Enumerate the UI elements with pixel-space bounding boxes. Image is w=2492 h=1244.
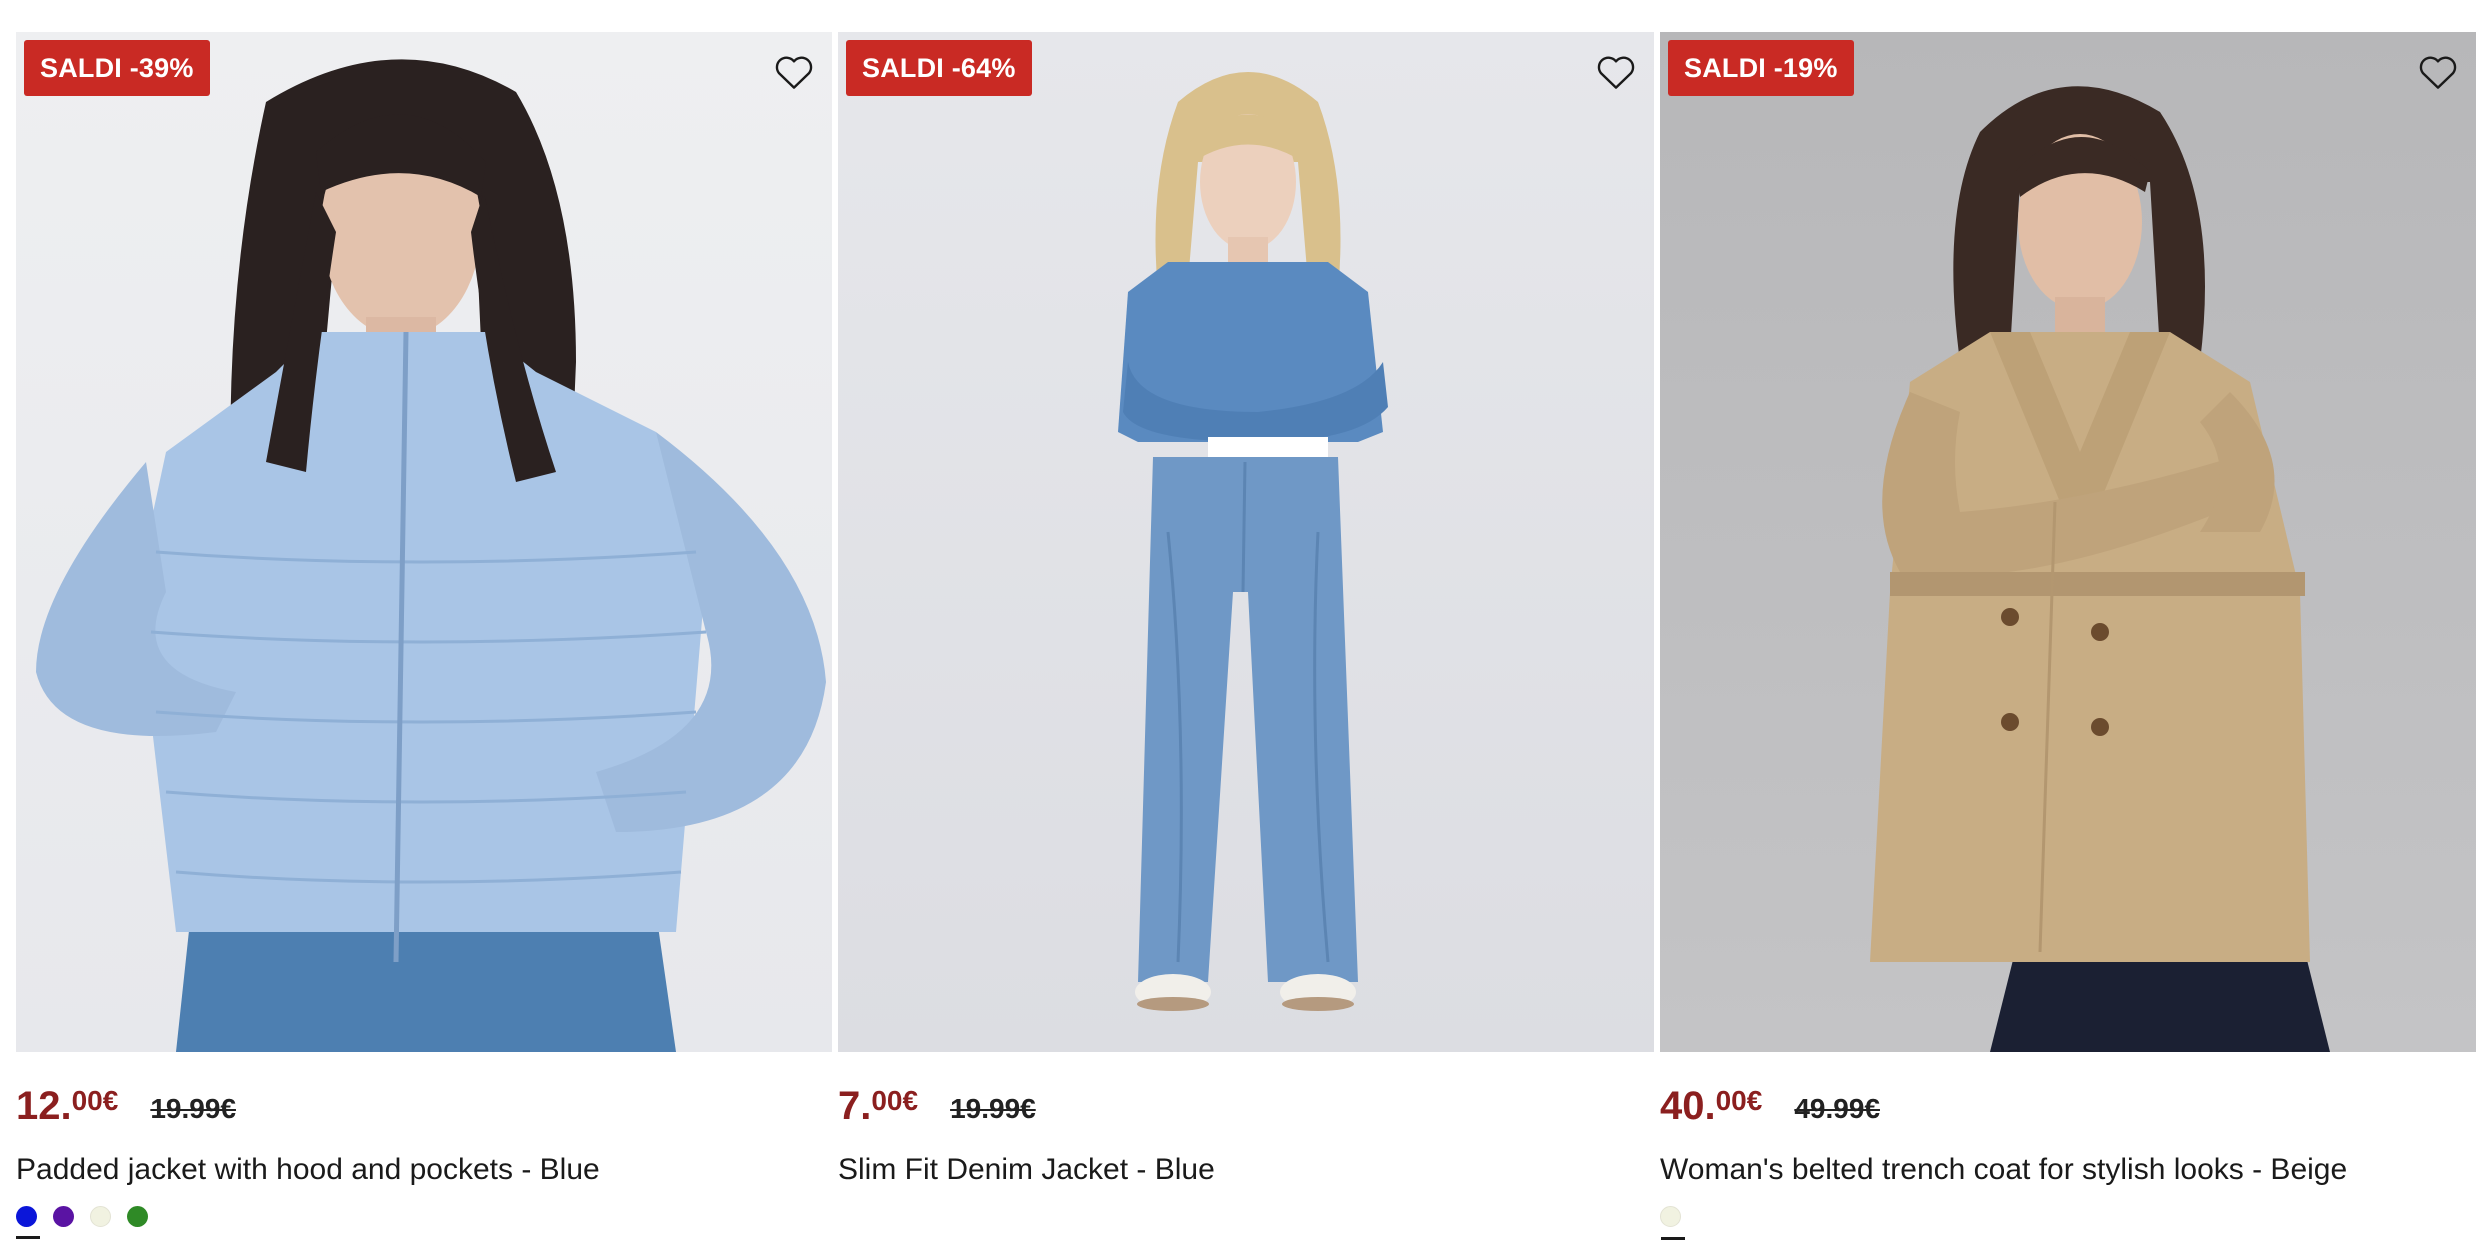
wishlist-button[interactable] [2416,50,2460,94]
sale-badge: SALDI -39% [24,40,210,96]
sale-price-decimal: 00€ [871,1085,919,1116]
product-image[interactable]: SALDI -39% [16,32,832,1052]
price-row: 12. 00€ 19.99€ [16,1080,832,1132]
sale-badge: SALDI -19% [1668,40,1854,96]
product-photo-denim-jacket [1118,72,1388,1011]
product-image[interactable]: SALDI -64% [838,32,1654,1052]
heart-outline-icon [775,56,813,89]
color-swatch-blue[interactable] [16,1206,40,1239]
price-row: 40. 00€ 49.99€ [1660,1080,2476,1132]
wishlist-button[interactable] [1594,50,1638,94]
color-swatches [838,1202,1654,1244]
original-price: 49.99€ [1794,1093,1880,1124]
original-price: 19.99€ [150,1093,236,1124]
product-name[interactable]: Padded jacket with hood and pockets - Bl… [16,1150,832,1190]
product-card[interactable]: SALDI -39% 12. 00€ 19.99€ Padded jacket … [16,32,832,1244]
product-name[interactable]: Woman's belted trench coat for stylish l… [1660,1150,2476,1190]
sale-price-integer: 12. [16,1084,72,1128]
sale-price-integer: 7. [838,1084,872,1128]
original-price: 19.99€ [950,1093,1036,1124]
product-photo-trench-coat [1870,86,2330,1052]
sale-price-decimal: 00€ [71,1085,119,1116]
product-card[interactable]: SALDI -19% 40. 00€ 49.99€ Woman's belted… [1660,32,2476,1244]
color-swatches [1660,1202,2476,1244]
color-swatch-cream[interactable] [1660,1206,1685,1240]
sale-price-integer: 40. [1660,1084,1716,1128]
color-swatch-green[interactable] [127,1206,148,1227]
color-swatch-cream[interactable] [90,1206,111,1227]
sale-badge: SALDI -64% [846,40,1032,96]
color-swatch-purple[interactable] [53,1206,74,1227]
product-image[interactable]: SALDI -19% [1660,32,2476,1052]
wishlist-button[interactable] [772,50,816,94]
product-name[interactable]: Slim Fit Denim Jacket - Blue [838,1150,1654,1190]
product-card[interactable]: SALDI -64% 7. 00€ 19.99€ Slim Fit Denim … [838,32,1654,1244]
heart-outline-icon [2419,56,2457,89]
product-grid: SALDI -39% 12. 00€ 19.99€ Padded jacket … [16,32,2476,1244]
sale-price-decimal: 00€ [1715,1085,1763,1116]
price-row: 7. 00€ 19.99€ [838,1080,1654,1132]
color-swatches [16,1202,832,1244]
product-photo-padded-jacket [36,59,826,1052]
heart-outline-icon [1597,56,1635,89]
